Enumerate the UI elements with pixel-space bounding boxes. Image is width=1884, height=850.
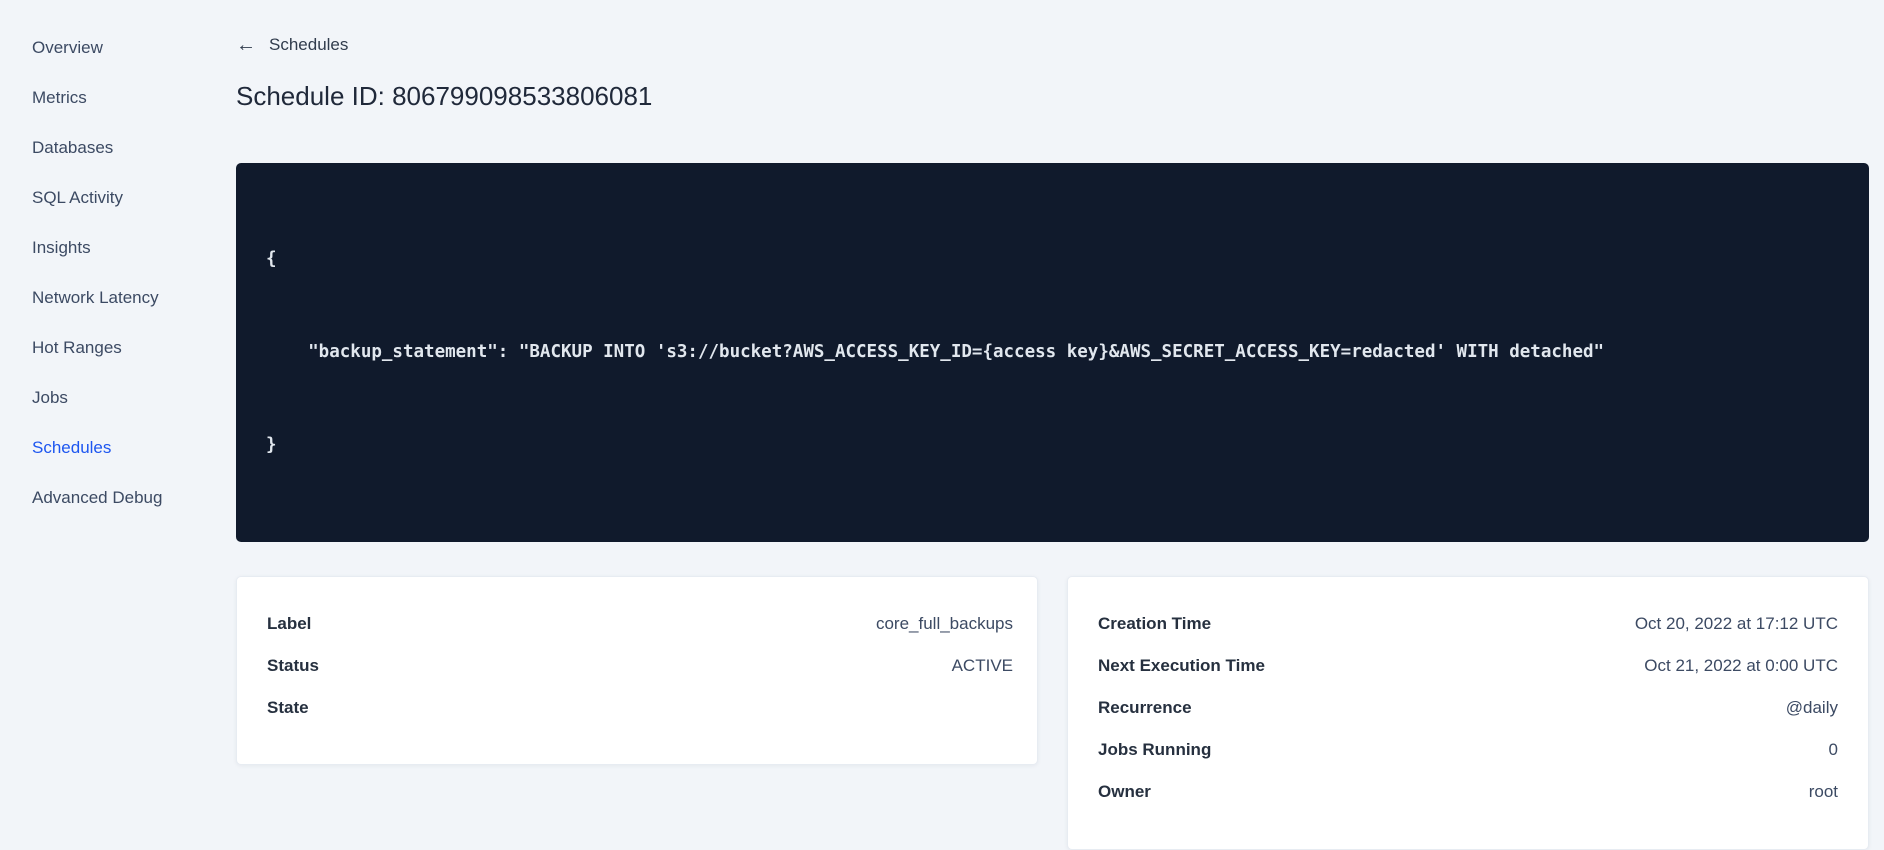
back-link-label: Schedules <box>269 35 349 54</box>
sidebar-item-network-latency[interactable]: Network Latency <box>0 273 236 323</box>
schedule-timing-card: Creation Time Oct 20, 2022 at 17:12 UTC … <box>1067 576 1869 850</box>
row-label: Label <box>267 614 312 633</box>
row-value: root <box>1808 782 1838 801</box>
row-label: Jobs Running <box>1098 740 1212 759</box>
sidebar-item-schedules[interactable]: Schedules <box>0 423 236 473</box>
sidebar-item-hot-ranges[interactable]: Hot Ranges <box>0 323 236 373</box>
row-label: Recurrence <box>1098 698 1192 717</box>
row-value: Oct 20, 2022 at 17:12 UTC <box>1634 614 1838 633</box>
page: Overview Metrics Databases SQL Activity … <box>0 0 1884 850</box>
row-label: Status <box>267 656 319 675</box>
detail-row-recurrence: Recurrence @daily <box>1098 687 1838 729</box>
code-line: "backup_statement": "BACKUP INTO 's3://b… <box>266 342 1605 362</box>
sidebar-item-overview[interactable]: Overview <box>0 23 236 73</box>
sidebar-nav: Overview Metrics Databases SQL Activity … <box>0 0 236 613</box>
backup-statement-code-block: { "backup_statement": "BACKUP INTO 's3:/… <box>236 163 1869 542</box>
sidebar-item-metrics[interactable]: Metrics <box>0 73 236 123</box>
row-label: Owner <box>1098 782 1151 801</box>
sidebar-item-databases[interactable]: Databases <box>0 123 236 173</box>
row-label: Next Execution Time <box>1098 656 1265 675</box>
code-line: } <box>266 435 277 455</box>
row-value: 0 <box>1828 740 1838 759</box>
row-label: State <box>267 698 309 717</box>
main-content: ← Schedules Schedule ID: 806799098533806… <box>236 0 1884 850</box>
code-line: { <box>266 249 277 269</box>
detail-row-owner: Owner root <box>1098 771 1838 813</box>
sidebar-item-insights[interactable]: Insights <box>0 223 236 273</box>
detail-row-status: Status ACTIVE <box>267 645 1013 687</box>
detail-row-creation-time: Creation Time Oct 20, 2022 at 17:12 UTC <box>1098 603 1838 645</box>
page-title: Schedule ID: 806799098533806081 <box>236 81 653 111</box>
detail-row-jobs-running: Jobs Running 0 <box>1098 729 1838 771</box>
arrow-left-icon: ← <box>236 34 256 56</box>
row-value: Oct 21, 2022 at 0:00 UTC <box>1644 656 1838 675</box>
row-value: core_full_backups <box>875 614 1013 633</box>
schedule-details-card: Label core_full_backups Status ACTIVE St… <box>236 576 1038 765</box>
detail-row-label: Label core_full_backups <box>267 603 1013 645</box>
sidebar-item-jobs[interactable]: Jobs <box>0 373 236 423</box>
row-label: Creation Time <box>1098 614 1212 633</box>
sidebar-item-sql-activity[interactable]: SQL Activity <box>0 173 236 223</box>
back-to-schedules-link[interactable]: ← Schedules <box>236 34 348 56</box>
sidebar-item-advanced-debug[interactable]: Advanced Debug <box>0 473 236 523</box>
row-value: @daily <box>1785 698 1838 717</box>
detail-cards: Label core_full_backups Status ACTIVE St… <box>236 576 1869 850</box>
detail-row-next-execution-time: Next Execution Time Oct 21, 2022 at 0:00… <box>1098 645 1838 687</box>
row-value: ACTIVE <box>951 656 1013 675</box>
detail-row-state: State <box>267 687 1013 729</box>
